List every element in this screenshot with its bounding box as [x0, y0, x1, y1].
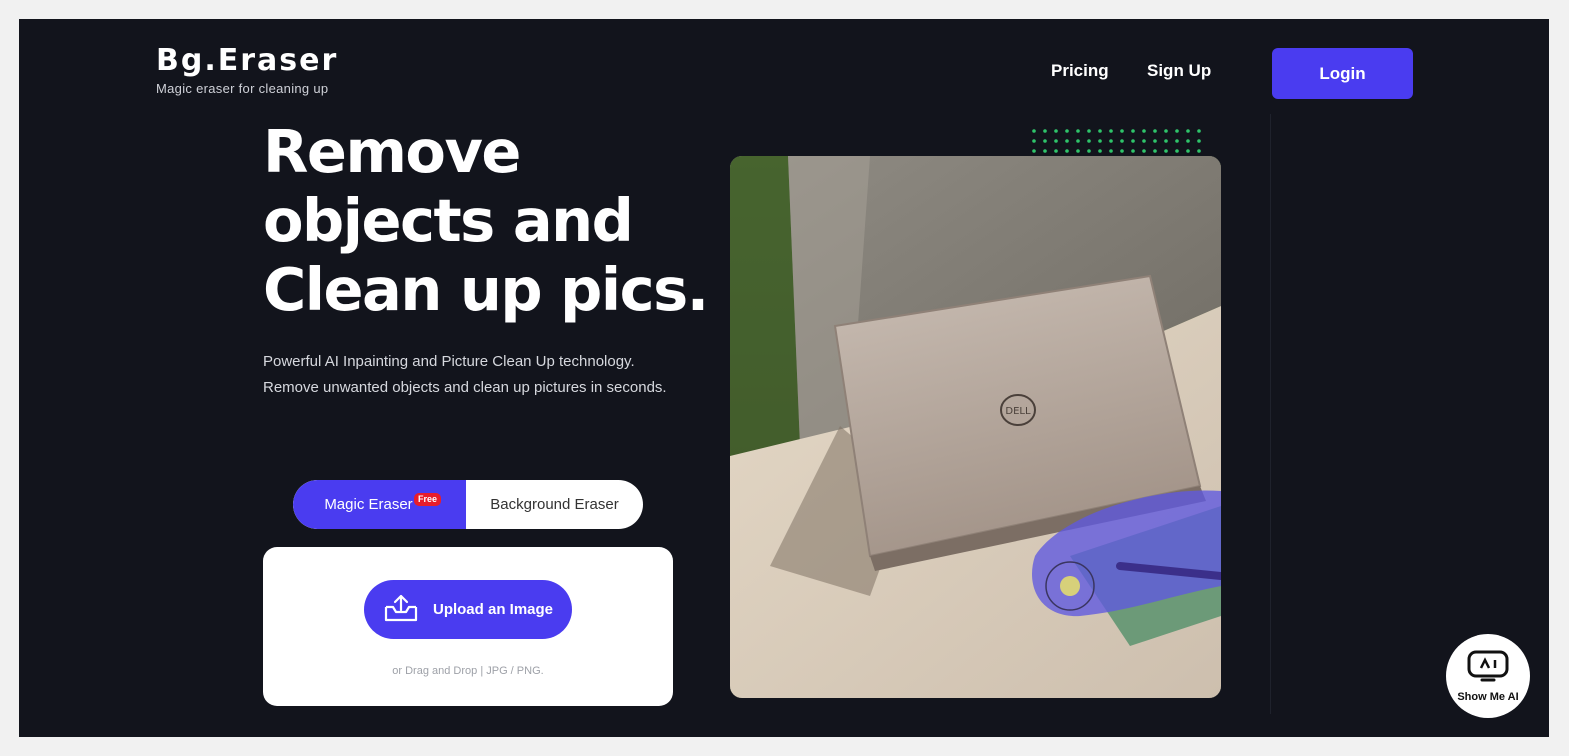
- hero-title-line-3: Clean up pics.: [263, 255, 709, 324]
- upload-dropzone[interactable]: Upload an Image or Drag and Drop | JPG /…: [263, 547, 673, 706]
- divider-line: [1270, 114, 1271, 714]
- background-eraser-label: Background Eraser: [490, 496, 619, 513]
- logo-subtitle: Magic eraser for cleaning up: [156, 81, 329, 96]
- magic-eraser-label: Magic Eraser: [324, 496, 413, 513]
- page-frame: Bg.Eraser Magic eraser for cleaning up P…: [19, 19, 1549, 737]
- eraser-mode-toggle: Magic Eraser Free Background Eraser: [293, 480, 643, 529]
- svg-text:DELL: DELL: [1005, 406, 1031, 417]
- hero-title-line-2: objects and: [263, 186, 634, 255]
- upload-hint: or Drag and Drop | JPG / PNG.: [392, 665, 544, 677]
- show-me-ai-badge[interactable]: Show Me AI: [1446, 634, 1530, 718]
- logo-title: Bg.Eraser: [156, 43, 339, 78]
- upload-image-button[interactable]: Upload an Image: [364, 580, 572, 639]
- show-me-ai-label: Show Me AI: [1457, 690, 1519, 703]
- login-button[interactable]: Login: [1272, 48, 1413, 99]
- logo[interactable]: Bg.Eraser Magic eraser for cleaning up: [156, 43, 338, 96]
- nav-signup-link[interactable]: Sign Up: [1147, 61, 1211, 81]
- demo-laptop-photo: DELL: [730, 156, 1221, 698]
- hero-title: Remove objects and Clean up pics.: [263, 117, 723, 324]
- nav-pricing-link[interactable]: Pricing: [1051, 61, 1109, 81]
- hero-description: Powerful AI Inpainting and Picture Clean…: [263, 353, 667, 396]
- dot-pattern-decoration: [1032, 129, 1201, 153]
- upload-image-label: Upload an Image: [432, 601, 554, 618]
- robot-face-icon: [1466, 650, 1510, 689]
- free-badge: Free: [413, 493, 441, 506]
- magic-eraser-tab[interactable]: Magic Eraser Free: [293, 480, 466, 529]
- hero-title-line-1: Remove: [263, 117, 521, 186]
- background-eraser-tab[interactable]: Background Eraser: [466, 480, 643, 529]
- upload-tray-icon: [383, 593, 419, 627]
